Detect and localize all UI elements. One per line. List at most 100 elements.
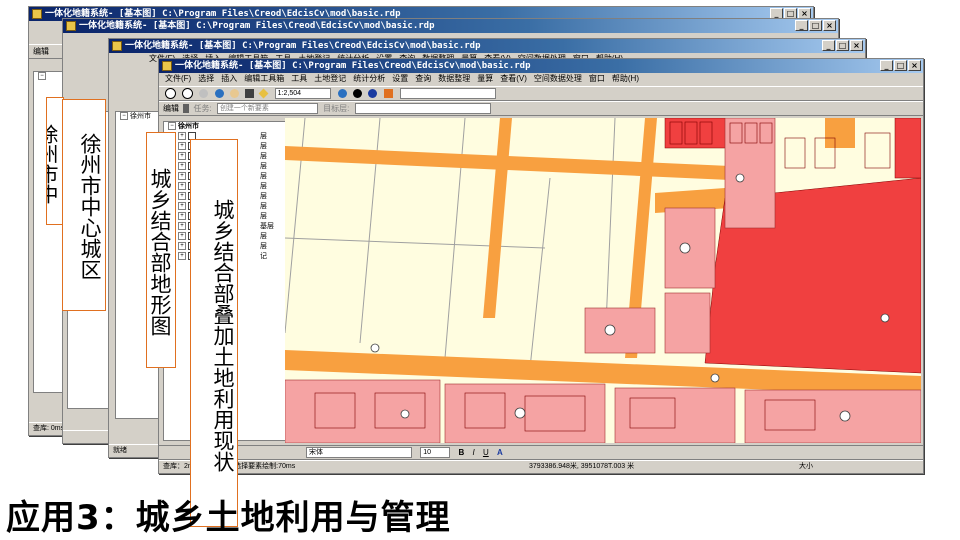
expand-icon[interactable]: + [178, 252, 186, 261]
info-icon[interactable] [368, 89, 378, 99]
status-coordinates: 3793386.948米, 3951078T.003 米 [529, 463, 635, 470]
font-size-value: 10 [423, 449, 432, 457]
close-button[interactable]: × [908, 60, 921, 71]
select-icon[interactable] [245, 89, 255, 99]
expand-icon[interactable]: + [178, 222, 186, 231]
expand-icon[interactable]: + [178, 242, 186, 251]
font-size-select[interactable]: 10 [420, 447, 451, 459]
expand-icon[interactable]: + [178, 142, 186, 151]
collapse-icon[interactable]: − [38, 72, 46, 81]
menu-insert[interactable]: 插入 [221, 74, 237, 83]
font-color-button[interactable]: A [497, 448, 503, 457]
layer-label: 基层 [260, 223, 274, 230]
editor-toolbar: 编辑 任务: 创建一个新要素 目标层: [159, 101, 923, 116]
measure-icon[interactable] [383, 89, 393, 99]
layer-label: 记 [260, 253, 267, 260]
layer-label: 层 [260, 153, 267, 160]
tree-root-label: 徐州市 [178, 123, 199, 130]
menu-data[interactable]: 数据整理 [438, 74, 470, 83]
menu-spatial[interactable]: 空间数据处理 [534, 74, 582, 83]
task-select[interactable]: 创建一个新要素 [216, 103, 318, 115]
expand-icon[interactable]: + [178, 182, 186, 191]
underline-button[interactable]: U [483, 448, 489, 457]
callout-landuse-overlay-text: 城乡结合部叠加土地利用现状 [211, 198, 235, 472]
map-canvas[interactable] [285, 118, 921, 443]
editor-menu-button[interactable]: 编辑 [163, 104, 179, 113]
minimize-button[interactable]: _ [822, 40, 835, 51]
layer-select[interactable] [399, 88, 496, 100]
scale-value: 1:2,504 [277, 90, 301, 98]
identify-icon[interactable] [353, 89, 363, 99]
pencil-icon[interactable] [183, 104, 190, 114]
scale-select[interactable]: 1:2,504 [274, 88, 331, 100]
expand-icon[interactable]: + [178, 232, 186, 241]
window-title: 一体化地籍系统- [基本图] C:\Program Files\Creod\Ed… [79, 21, 435, 31]
menu-window[interactable]: 窗口 [589, 74, 605, 83]
expand-icon[interactable]: + [178, 172, 186, 181]
expand-icon[interactable]: + [178, 152, 186, 161]
app-icon [66, 21, 76, 31]
menu-bar: 文件(F) 选择插入编辑工具箱工具土地登记统计分析设置查询数据整理量算查看(V) 空… [159, 73, 923, 85]
layer-label: 层 [260, 243, 267, 250]
maximize-button[interactable]: □ [894, 60, 907, 71]
globe-icon[interactable] [214, 89, 224, 99]
layer-label: 层 [260, 213, 267, 220]
minimize-button[interactable]: _ [795, 20, 808, 31]
menu-view[interactable]: 查看(V) [500, 74, 527, 83]
close-button[interactable]: × [823, 20, 836, 31]
layer-label: 层 [260, 173, 267, 180]
title-bar[interactable]: 一体化地籍系统- [基本图] C:\Program Files\Creod\Ed… [109, 39, 865, 53]
status-bar: 查库：2ms,查库:70ms,选择要素绘制:70ms 3793386.948米,… [159, 460, 923, 473]
task-value: 创建一个新要素 [219, 105, 269, 113]
font-select[interactable]: 宋体 [306, 447, 412, 459]
menu-edit-toolbox[interactable]: 编辑工具箱 [244, 74, 284, 83]
expand-icon[interactable]: + [178, 212, 186, 221]
status-ready: 就绪 [113, 447, 127, 454]
callout-urban-fringe-text: 城乡结合部地形图 [148, 168, 172, 336]
italic-button[interactable]: I [472, 448, 474, 457]
layer-label: 层 [260, 193, 267, 200]
maximize-button[interactable]: □ [809, 20, 822, 31]
callout-back-text: 徐州市中 [46, 124, 59, 204]
title-bar[interactable]: 一体化地籍系统- [基本图] C:\Program Files\Creod\Ed… [63, 19, 838, 33]
bold-button[interactable]: B [458, 448, 464, 457]
expand-icon[interactable]: + [178, 202, 186, 211]
menu-settings[interactable]: 设置 [392, 74, 408, 83]
menu-tools[interactable]: 工具 [291, 74, 307, 83]
expand-icon[interactable]: + [178, 192, 186, 201]
menu-stats[interactable]: 统计分析 [353, 74, 385, 83]
menu-land-reg[interactable]: 土地登记 [314, 74, 346, 83]
hand-icon[interactable] [229, 89, 239, 99]
layer-label: 层 [260, 143, 267, 150]
layer-label: 层 [260, 183, 267, 190]
minimize-button[interactable]: _ [880, 60, 893, 71]
tree-root[interactable]: − 徐州市 [164, 122, 288, 132]
edit-menu-button[interactable]: 编辑 [33, 47, 49, 56]
collapse-icon[interactable]: − [120, 112, 128, 121]
title-bar[interactable]: 一体化地籍系统- [基本图] C:\Program Files\Creod\Ed… [159, 59, 923, 73]
tree-root-label: 徐州市 [130, 113, 151, 120]
menu-file[interactable]: 文件(F) [165, 74, 191, 83]
refresh-icon[interactable] [337, 89, 347, 99]
menu-help[interactable]: 帮助(H) [612, 74, 639, 83]
expand-icon[interactable]: + [178, 132, 186, 141]
menu-select[interactable]: 选择 [198, 74, 214, 83]
map-toolbar: 1:2,504 [159, 86, 923, 101]
collapse-icon[interactable]: − [168, 122, 176, 131]
land-use-map [285, 118, 921, 443]
close-button[interactable]: × [850, 40, 863, 51]
layer-label: 层 [260, 163, 267, 170]
diamond-icon[interactable] [258, 88, 269, 99]
menu-measure[interactable]: 量算 [477, 74, 493, 83]
callout-landuse-overlay: 城乡结合部叠加土地利用现状 [190, 139, 238, 527]
layer-label: 层 [260, 203, 267, 210]
target-layer-select[interactable] [354, 103, 491, 115]
zoom-out-icon[interactable] [182, 88, 194, 100]
pan-icon[interactable] [199, 89, 209, 99]
callout-city-center: 徐州市中心城区 [62, 99, 106, 311]
zoom-in-icon[interactable] [165, 88, 176, 100]
menu-query[interactable]: 查询 [415, 74, 431, 83]
maximize-button[interactable]: □ [836, 40, 849, 51]
expand-icon[interactable]: + [178, 162, 186, 171]
window-title: 一体化地籍系统- [基本图] C:\Program Files\Creod\Ed… [175, 61, 531, 71]
